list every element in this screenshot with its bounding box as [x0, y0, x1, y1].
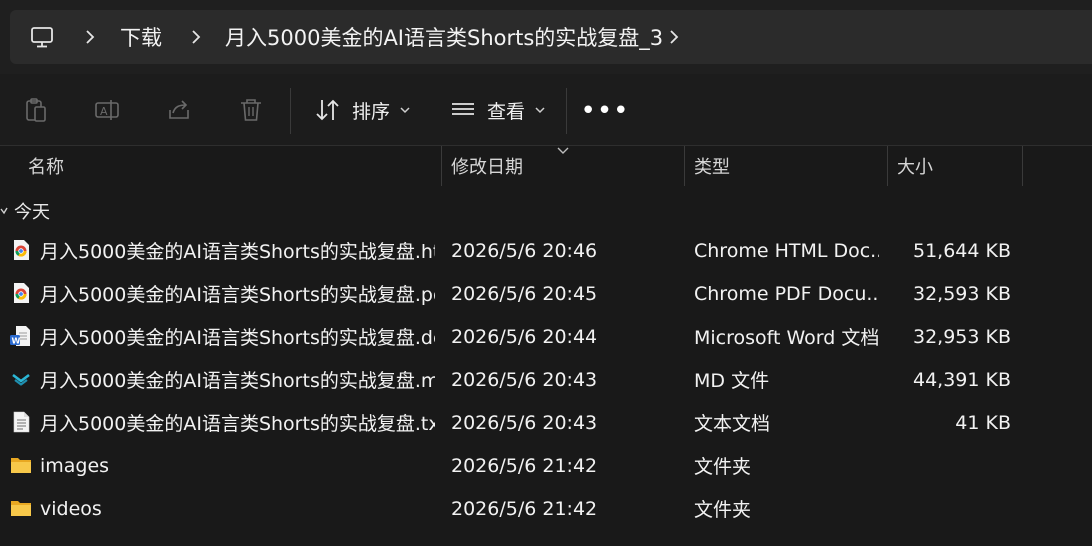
- toolbar-divider: [566, 88, 567, 134]
- file-date: 2026/5/6 21:42: [451, 497, 598, 520]
- file-type: 文件夹: [694, 499, 752, 521]
- sort-label: 排序: [352, 100, 391, 123]
- file-size: 32,593 KB: [912, 282, 1011, 305]
- svg-text:W: W: [12, 336, 21, 345]
- file-size: 44,391 KB: [912, 368, 1011, 391]
- toolbar-divider: [290, 88, 291, 134]
- file-name: videos: [40, 497, 102, 520]
- file-size: [890, 487, 1011, 530]
- breadcrumb-chevron-icon[interactable]: [186, 27, 206, 47]
- folder-row[interactable]: videos 2026/5/6 21:42 文件夹: [0, 487, 1092, 530]
- view-list-icon: [452, 103, 474, 115]
- breadcrumb-downloads[interactable]: 下载: [120, 10, 162, 64]
- column-resize-handle[interactable]: [684, 146, 685, 186]
- delete-icon[interactable]: [237, 96, 265, 124]
- file-size: 51,644 KB: [912, 239, 1011, 262]
- file-type: 文件夹: [694, 456, 752, 478]
- file-date: 2026/5/6 20:43: [451, 411, 598, 434]
- text-file-icon: [13, 411, 30, 433]
- file-size: 41 KB: [955, 411, 1011, 434]
- share-icon[interactable]: [165, 96, 193, 124]
- group-header-today[interactable]: 今天: [0, 196, 50, 226]
- file-type: MD 文件: [694, 370, 770, 392]
- file-name: 月入5000美金的AI语言类Shorts的实战复盘.ht...: [40, 241, 435, 263]
- more-options-button[interactable]: •••: [581, 96, 629, 126]
- sort-indicator-icon: [557, 147, 569, 154]
- group-label: 今天: [14, 202, 50, 223]
- file-date: 2026/5/6 20:46: [451, 239, 598, 262]
- rename-icon[interactable]: A: [93, 96, 121, 124]
- sort-icon: [316, 99, 339, 121]
- file-name: 月入5000美金的AI语言类Shorts的实战复盘.md: [40, 370, 435, 392]
- file-date: 2026/5/6 20:44: [451, 325, 598, 348]
- file-date: 2026/5/6 20:43: [451, 368, 598, 391]
- sort-button[interactable]: 排序: [314, 92, 412, 128]
- column-resize-handle[interactable]: [887, 146, 888, 186]
- file-row[interactable]: 月入5000美金的AI语言类Shorts的实战复盘.pdf 2026/5/6 2…: [0, 272, 1092, 315]
- file-type: Chrome PDF Docu...: [694, 282, 879, 305]
- file-type: 文本文档: [694, 413, 771, 435]
- view-button[interactable]: 查看: [449, 92, 547, 128]
- folder-icon: [11, 458, 31, 473]
- markdown-icon: [12, 373, 30, 386]
- column-header-row: 名称 修改日期 类型 大小: [0, 146, 1092, 186]
- paste-icon[interactable]: [22, 96, 50, 124]
- file-row[interactable]: W 月入5000美金的AI语言类Shorts的实战复盘.do... 2026/5…: [0, 315, 1092, 358]
- column-header-type[interactable]: 类型: [694, 146, 730, 186]
- file-type: Microsoft Word 文档: [694, 327, 879, 349]
- file-row[interactable]: 月入5000美金的AI语言类Shorts的实战复盘.md 2026/5/6 20…: [0, 358, 1092, 401]
- column-resize-handle[interactable]: [441, 146, 442, 186]
- file-name: 月入5000美金的AI语言类Shorts的实战复盘.pdf: [40, 284, 435, 306]
- svg-text:A: A: [100, 105, 108, 118]
- file-name: 月入5000美金的AI语言类Shorts的实战复盘.txt: [40, 413, 435, 435]
- breadcrumb-current-folder[interactable]: 月入5000美金的AI语言类Shorts的实战复盘_3: [225, 10, 663, 64]
- chevron-down-icon: [535, 107, 545, 114]
- chrome-html-icon: [14, 240, 29, 260]
- folder-icon: [11, 501, 31, 516]
- file-size: 32,953 KB: [912, 325, 1011, 348]
- this-pc-icon[interactable]: [29, 24, 55, 50]
- breadcrumb-chevron-icon[interactable]: [664, 27, 684, 47]
- breadcrumb-chevron-icon[interactable]: [80, 27, 100, 47]
- address-bar[interactable]: 下载 月入5000美金的AI语言类Shorts的实战复盘_3: [10, 10, 1092, 64]
- column-header-name[interactable]: 名称: [28, 146, 64, 186]
- file-date: 2026/5/6 21:42: [451, 454, 598, 477]
- column-header-date[interactable]: 修改日期: [451, 146, 523, 186]
- file-type: Chrome HTML Doc...: [694, 239, 879, 262]
- file-size: [890, 444, 1011, 487]
- file-name: images: [40, 454, 110, 477]
- view-label: 查看: [487, 100, 526, 123]
- column-resize-handle[interactable]: [1022, 146, 1023, 186]
- folder-row[interactable]: images 2026/5/6 21:42 文件夹: [0, 444, 1092, 487]
- command-toolbar: A 排序 查看 •••: [0, 74, 1092, 146]
- column-header-size[interactable]: 大小: [897, 146, 933, 186]
- file-row[interactable]: 月入5000美金的AI语言类Shorts的实战复盘.ht... 2026/5/6…: [0, 229, 1092, 272]
- file-name: 月入5000美金的AI语言类Shorts的实战复盘.do...: [40, 327, 435, 349]
- chevron-down-icon: [400, 107, 410, 114]
- collapse-chevron-icon[interactable]: [0, 205, 12, 217]
- chrome-pdf-icon: [14, 283, 29, 303]
- file-date: 2026/5/6 20:45: [451, 282, 598, 305]
- word-doc-icon: W: [10, 326, 30, 346]
- file-row[interactable]: 月入5000美金的AI语言类Shorts的实战复盘.txt 2026/5/6 2…: [0, 401, 1092, 444]
